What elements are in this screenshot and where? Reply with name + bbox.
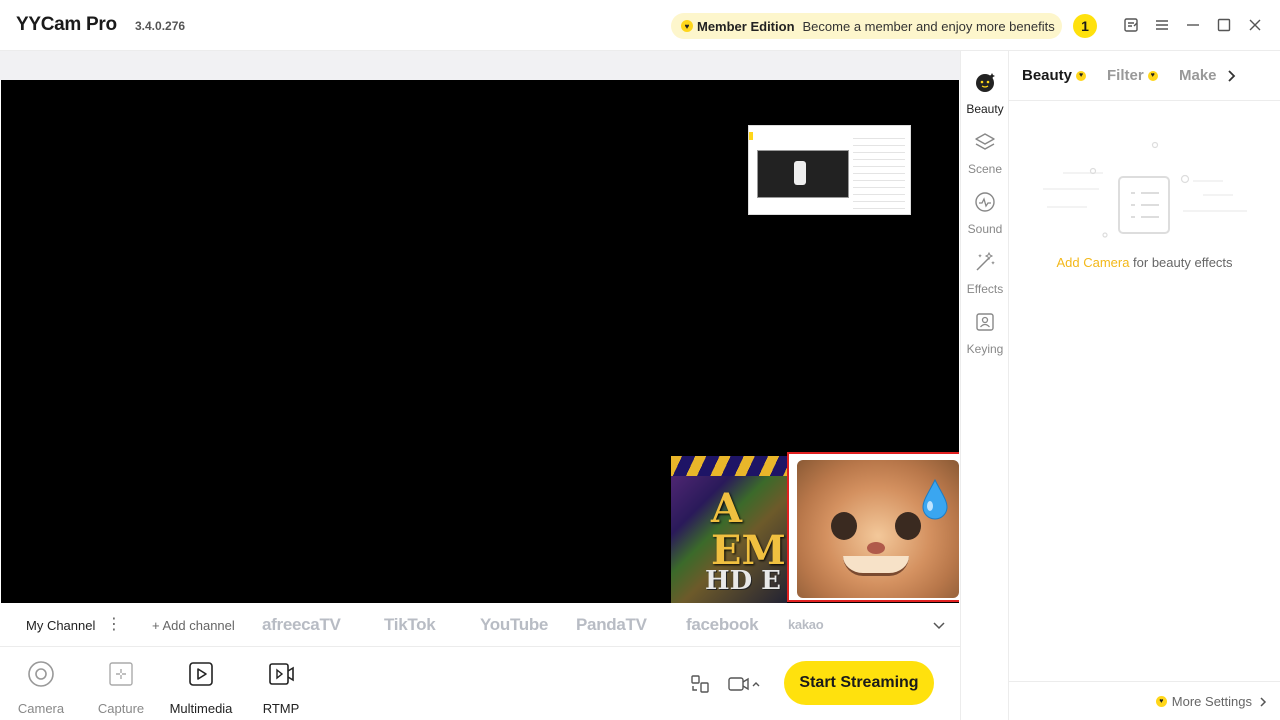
start-streaming-button[interactable]: Start Streaming [784,661,934,705]
sidebar-item-keying[interactable]: Keying [961,311,1009,356]
tab-beauty-label: Beauty [1022,67,1073,84]
sidebar-beauty-label: Beauty [966,102,1004,116]
platform-afreecatv[interactable]: afreecaTV [262,615,341,635]
screen-capture-source[interactable] [748,125,911,215]
more-vertical-icon[interactable]: ⋮ [106,616,122,634]
platform-youtube[interactable]: YouTube [480,615,548,635]
sweat-drop-icon [922,478,948,520]
rtmp-label: RTMP [262,701,300,716]
feedback-icon[interactable] [1121,15,1141,35]
member-banner[interactable]: ♥ Member Edition Become a member and enj… [671,13,1062,39]
sound-icon [975,192,995,212]
layers-icon [975,133,995,150]
chevron-right-icon[interactable] [1223,68,1239,84]
close-icon[interactable] [1245,15,1265,35]
heart-icon: ♥ [1076,70,1087,81]
heart-icon: ♥ [1147,70,1158,81]
app-window: YYCam Pro 3.4.0.276 ♥ Member Edition Bec… [0,0,1280,720]
camera-icon [28,661,54,687]
capture-tool[interactable]: Capture [89,660,153,716]
menu-icon[interactable] [1152,15,1172,35]
capture-accent [749,132,753,140]
video-settings-icon[interactable] [727,674,763,694]
capture-content [757,150,849,198]
app-name: YYCam Pro [16,14,117,35]
platform-facebook[interactable]: facebook [686,615,759,635]
more-settings-button[interactable]: ♥ More Settings [1155,694,1270,709]
app-version: 3.4.0.276 [135,19,186,33]
magic-wand-icon [976,251,995,271]
capture-icon [109,662,133,686]
sidebar-keying-label: Keying [966,342,1004,356]
platform-tiktok[interactable]: TikTok [384,615,436,635]
empty-state-text: for beauty effects [1129,255,1233,270]
channel-bar: My Channel ⋮ + Add channel afreecaTV Tik… [0,603,960,647]
notification-badge[interactable]: 1 [1073,14,1097,38]
multimedia-tool[interactable]: Multimedia [169,660,233,716]
cat-nose [867,542,885,554]
panel-tabs: Beauty ♥ Filter ♥ Makeup [1009,51,1280,101]
sidebar-item-sound[interactable]: Sound [961,191,1009,236]
multimedia-label: Multimedia [169,701,233,716]
add-camera-link[interactable]: Add Camera [1056,255,1129,270]
tab-filter-label: Filter [1107,67,1144,84]
sidebar-sound-label: Sound [967,222,1003,236]
tab-filter[interactable]: Filter ♥ [1107,67,1158,84]
sidebar-item-beauty[interactable]: Beauty [961,71,1009,116]
rtmp-icon [269,663,294,685]
tab-beauty[interactable]: Beauty ♥ [1022,67,1087,84]
maximize-icon[interactable] [1214,15,1234,35]
sidebar-effects-label: Effects [966,282,1004,296]
member-title: Member Edition [697,18,795,34]
chevron-right-icon [1260,696,1267,707]
add-channel-button[interactable]: + Add channel [152,618,235,633]
beauty-panel: Beauty ♥ Filter ♥ Makeup Add Camera for … [1009,51,1280,720]
layout-switch-icon[interactable] [690,674,710,694]
my-channel-label[interactable]: My Channel [26,618,95,633]
keying-icon [976,313,994,331]
game-banner-stripe [671,456,787,476]
chevron-down-icon[interactable] [930,616,948,634]
title-bar: YYCam Pro 3.4.0.276 ♥ Member Edition Bec… [0,0,1280,51]
game-media-source[interactable]: A EM HD E [671,456,787,603]
multimedia-icon [189,662,213,686]
heart-icon: ♥ [1155,696,1167,707]
stream-preview[interactable]: A EM HD E [1,80,959,603]
empty-document-icon [1043,141,1247,238]
selected-media-source[interactable] [787,452,959,602]
member-subtitle: Become a member and enjoy more benefits [802,18,1055,34]
beauty-icon [976,73,995,92]
more-settings-label: More Settings [1171,694,1252,709]
sidebar-item-scene[interactable]: Scene [961,131,1009,176]
sidebar-item-effects[interactable]: Effects [961,251,1009,296]
tab-makeup[interactable]: Makeup [1179,67,1217,84]
game-hd-art: HD E [705,566,781,596]
platform-kakao[interactable]: kakao [788,617,824,632]
feature-sidebar: Beauty Scene Sound Effects Keying [960,51,1009,720]
heart-icon: ♥ [681,20,693,32]
cat-image [797,460,959,598]
cat-eye-right [895,512,921,540]
game-title-art: A EM [711,485,786,574]
empty-state-message: Add Camera for beauty effects [1009,255,1280,270]
minimize-icon[interactable] [1183,15,1203,35]
capture-side-panel [853,132,905,210]
preview-header-strip [0,51,960,80]
tab-makeup-label: Makeup [1179,67,1217,84]
rtmp-tool[interactable]: RTMP [249,660,313,716]
camera-tool[interactable]: Camera [9,660,73,716]
sidebar-scene-label: Scene [967,162,1003,176]
platform-pandatv[interactable]: PandaTV [576,615,647,635]
cat-eye-left [831,512,857,540]
camera-label: Camera [17,701,65,716]
capture-label: Capture [97,701,145,716]
panel-footer: ♥ More Settings [1009,681,1280,720]
cat-mouth [843,556,909,576]
bottom-toolbar: Camera Capture Multimedia RTMP Start Str… [0,648,960,720]
